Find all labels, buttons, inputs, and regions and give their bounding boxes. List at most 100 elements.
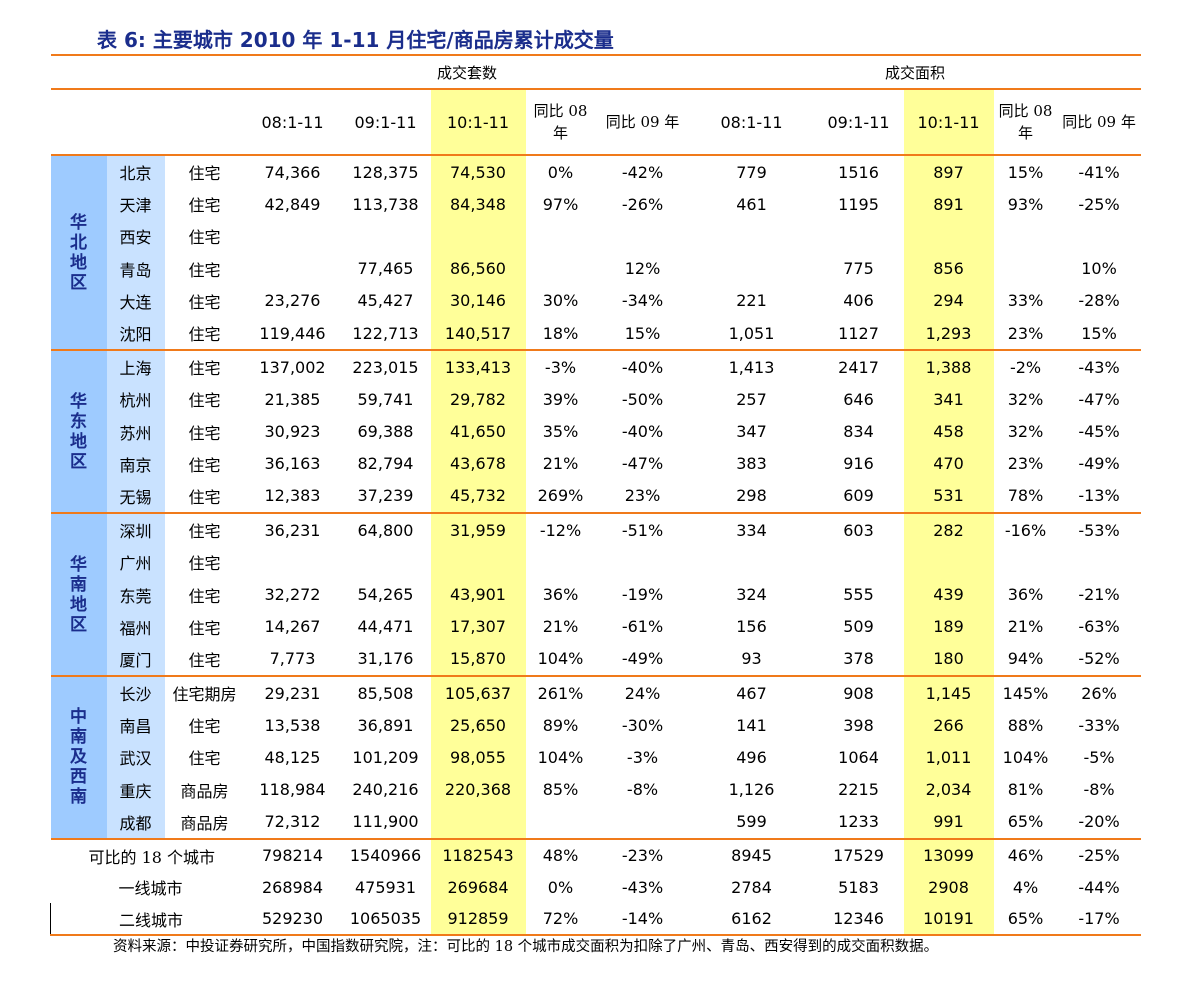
- value-cell: -49%: [595, 642, 690, 678]
- city-cell: 上海: [106, 350, 165, 384]
- value-cell: 261%: [537, 683, 584, 703]
- value-cell: [690, 220, 814, 252]
- value-cell: 45,427: [357, 291, 414, 311]
- region-text: 华东地区: [70, 391, 87, 472]
- value-cell: 101,209: [352, 747, 419, 767]
- table-row: 沈阳 住宅 119,446 122,713 140,517 18% 15% 1,051 1127…: [51, 316, 1141, 352]
- value-cell: [994, 220, 1058, 252]
- city-cell: 东莞: [106, 578, 165, 611]
- value-cell: 118,984: [259, 780, 326, 800]
- header-v0911: 09:1-11: [340, 89, 431, 156]
- table-row: 大连 住宅 23,276 45,427 30,146 30% -34% 221 406 294 33…: [51, 284, 1141, 317]
- value-cell: -61%: [621, 617, 664, 637]
- value-cell: 78%: [993, 479, 1058, 515]
- value-cell: -43%: [1078, 357, 1120, 377]
- value-cell: -47%: [1078, 389, 1120, 409]
- type-cell: 住宅: [164, 642, 245, 678]
- summary-value: 912859: [430, 902, 526, 937]
- summary-value: 5183: [838, 877, 879, 897]
- value-cell: 23,276: [264, 291, 321, 311]
- value-cell: [1058, 220, 1141, 252]
- city-cell: 深圳: [106, 513, 165, 547]
- value-cell: 294: [903, 284, 994, 317]
- value-cell: 406: [843, 291, 874, 311]
- value-cell: [596, 220, 690, 252]
- value-cell: 458: [903, 415, 994, 448]
- value-cell: [525, 805, 596, 840]
- table-row: 杭州 住宅 21,385 59,741 29,782 39% -50% 257 646 341 32…: [51, 383, 1141, 416]
- table-row: 华东地区 上海 住宅 137,002 223,015 133,413 -3% -40% 1,41…: [50, 350, 1141, 515]
- value-cell: -47%: [621, 454, 664, 474]
- value-cell: 111,900: [340, 805, 431, 840]
- value-cell: 43,901: [430, 578, 526, 611]
- value-cell: 23%: [993, 316, 1058, 352]
- summary-value: 798214: [261, 846, 324, 866]
- city-cell: 大连: [106, 284, 165, 317]
- value-cell: 31,176: [340, 642, 431, 678]
- value-cell: [814, 220, 904, 252]
- city-cell: 苏州: [106, 415, 165, 448]
- value-cell: 105,637: [430, 676, 526, 710]
- value-cell: 39%: [542, 389, 579, 409]
- type-cell: 住宅: [188, 164, 221, 184]
- value-cell: 128,375: [352, 162, 419, 182]
- city-cell: 杭州: [106, 383, 165, 416]
- value-cell: -12%: [539, 520, 582, 540]
- value-cell: 439: [903, 578, 994, 611]
- city-cell: 成都: [106, 805, 165, 840]
- value-cell: 12,383: [244, 479, 341, 515]
- value-cell: 509: [843, 617, 874, 637]
- value-cell: 496: [736, 747, 767, 767]
- value-cell: [341, 546, 431, 578]
- header-a1011: 10:1-11: [903, 89, 994, 156]
- value-cell: 77,465: [357, 259, 414, 279]
- value-cell: 59,741: [357, 389, 414, 409]
- value-cell: 88%: [1007, 715, 1044, 735]
- value-cell: -25%: [1078, 194, 1120, 214]
- summary-value: 0%: [547, 877, 574, 897]
- table-row: 苏州 住宅 30,923 69,388 41,650 35% -40% 347 834 458 32…: [51, 415, 1141, 448]
- value-cell: [526, 220, 596, 252]
- type-cell: 住宅: [188, 260, 221, 280]
- value-cell: -42%: [621, 162, 664, 182]
- value-cell: 18%: [525, 316, 596, 352]
- summary-row: 可比的 18 个城市 798214 1540966 1182543 48% -23% 894…: [51, 838, 1141, 872]
- city-cell: 青岛: [106, 252, 165, 285]
- value-cell: 104%: [1002, 747, 1049, 767]
- region-label: 华东地区: [50, 350, 107, 515]
- value-cell: 1195: [838, 194, 879, 214]
- value-cell: 93: [689, 642, 814, 678]
- value-cell: 646: [843, 389, 874, 409]
- value-cell: 65%: [993, 805, 1058, 840]
- header-row-groups: 成交套数 成交面积: [50, 54, 1141, 90]
- type-cell: 商品房: [164, 805, 245, 840]
- value-cell: 30,146: [430, 284, 526, 317]
- summary-value: 1182543: [430, 838, 526, 872]
- type-cell: 住宅: [188, 196, 221, 216]
- value-cell: -40%: [621, 357, 664, 377]
- value-cell: 33%: [1007, 291, 1044, 311]
- value-cell: 467: [736, 683, 767, 703]
- value-cell: 32,272: [264, 585, 321, 605]
- summary-value: 13099: [903, 838, 994, 872]
- summary-value: 268984: [261, 877, 324, 897]
- value-cell: -49%: [1078, 454, 1120, 474]
- value-cell: 89%: [542, 715, 579, 735]
- value-cell: 775: [843, 259, 874, 279]
- value-cell: 240,216: [352, 780, 419, 800]
- value-cell: 12%: [624, 259, 661, 279]
- table-row: 华北地区 北京 住宅 74,366 128,375 74,530 0% -42% 779 1516…: [50, 155, 1141, 352]
- header-a0911: 09:1-11: [813, 89, 904, 156]
- value-cell: 599: [689, 805, 814, 840]
- summary-value: 475931: [354, 877, 417, 897]
- city-cell: 无锡: [106, 479, 165, 515]
- value-cell: 30%: [542, 291, 579, 311]
- region-text: 华南地区: [70, 554, 87, 635]
- value-cell: -3%: [544, 357, 577, 377]
- value-cell: -41%: [1078, 162, 1120, 182]
- summary-value: 72%: [525, 902, 596, 937]
- region-text: 华北地区: [70, 212, 87, 293]
- value-cell: 29,782: [430, 383, 526, 416]
- city-cell: 西安: [106, 220, 165, 253]
- value-cell: 26%: [1081, 683, 1117, 703]
